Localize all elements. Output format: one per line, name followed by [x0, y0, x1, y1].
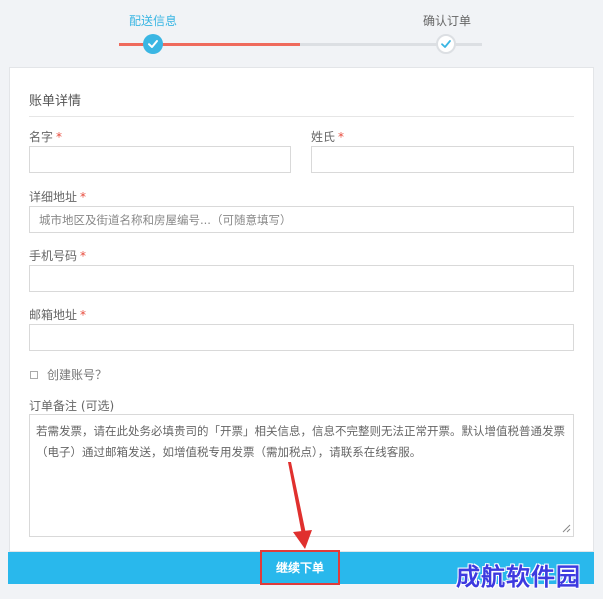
resize-grip-icon[interactable] [561, 523, 571, 533]
billing-details-title: 账单详情 [29, 94, 82, 109]
email-input[interactable] [29, 324, 574, 351]
step-confirm-check-icon [436, 34, 456, 54]
first-name-input[interactable] [29, 146, 291, 173]
required-asterisk: * [338, 130, 345, 144]
continue-order-button[interactable]: 继续下单 [260, 550, 340, 585]
email-label: 邮箱地址 * [29, 308, 87, 322]
phone-input[interactable] [29, 265, 574, 292]
required-asterisk: * [56, 130, 63, 144]
last-name-input[interactable] [311, 146, 574, 173]
create-account-checkbox[interactable] [30, 370, 38, 379]
order-notes-textarea[interactable]: 若需发票，请在此处务必填贵司的「开票」相关信息，信息不完整则无法正常开票。默认增… [29, 414, 574, 537]
phone-label: 手机号码 * [29, 249, 87, 263]
checkout-stepper: 配送信息 确认订单 [0, 0, 603, 66]
required-asterisk: * [80, 190, 87, 204]
address-input[interactable] [29, 206, 574, 233]
create-account-row[interactable]: 创建账号？ [30, 366, 107, 383]
step-label-confirm: 确认订单 [423, 14, 472, 28]
address-label: 详细地址 * [29, 190, 87, 204]
order-notes-label: 订单备注 (可选) [29, 399, 115, 413]
required-asterisk: * [80, 249, 87, 263]
step-shipping-check-icon [143, 34, 163, 54]
create-account-label[interactable]: 创建账号？ [47, 366, 107, 383]
billing-details-card: 账单详情 名字* 姓氏* 详细地址* 手机号码* 邮箱地址* 创建账号？ 订单备… [9, 67, 594, 552]
watermark-logo: 成航软件园 [456, 562, 581, 591]
last-name-label: 姓氏 * [311, 130, 345, 144]
required-asterisk: * [80, 308, 87, 322]
step-label-shipping: 配送信息 [129, 14, 178, 28]
title-divider [29, 116, 574, 117]
first-name-label: 名字 * [29, 130, 63, 144]
